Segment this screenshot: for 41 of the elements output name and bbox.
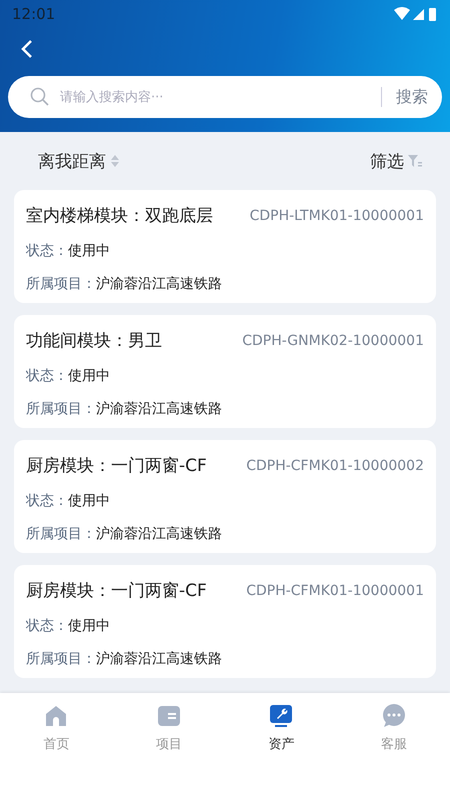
field-value: 沪渝蓉沿江高速铁路 <box>96 650 222 668</box>
asset-title: 厨房模块：一门两窗-CF <box>26 455 207 477</box>
field-value: 使用中 <box>68 617 110 635</box>
search-field[interactable]: 请输入搜索内容··· 搜索 <box>8 76 442 118</box>
field-label: 状态： <box>26 367 68 385</box>
sort-button[interactable]: 离我距离 <box>38 150 120 172</box>
field-label: 状态： <box>26 492 68 510</box>
filter-icon <box>408 154 422 168</box>
asset-code: CDPH-CFMK01-10000001 <box>246 582 424 598</box>
filter-button[interactable]: 筛选 <box>370 150 422 172</box>
field-label: 状态： <box>26 617 68 635</box>
asset-title: 厨房模块：一门两窗-CF <box>26 580 207 602</box>
field-label: 所属项目： <box>26 275 96 293</box>
asset-code: CDPH-LTMK01-10000001 <box>250 208 424 224</box>
asset-code: CDPH-CFMK01-10000002 <box>246 458 424 474</box>
field-label: 所属项目： <box>26 400 96 418</box>
status-icons <box>394 6 438 22</box>
asset-card[interactable]: 厨房模块：一门两窗-CF CDPH-CFMK01-10000002 状态：使用中 所属项目：沪渝蓉沿江高速铁路 <box>14 440 436 553</box>
asset-title: 室内楼梯模块：双跑底层 <box>26 205 213 227</box>
asset-card[interactable]: 功能间模块：男卫 CDPH-GNMK02-10000001 状态：使用中 所属项目：沪渝蓉沿江高速铁路 <box>14 315 436 428</box>
field-label: 所属项目： <box>26 650 96 668</box>
field-value: 使用中 <box>68 367 110 385</box>
field-value: 沪渝蓉沿江高速铁路 <box>96 275 222 293</box>
asset-card[interactable]: 厨房模块：一门两窗-CF CDPH-CFMK01-10000001 状态：使用中 所属项目：沪渝蓉沿江高速铁路 <box>14 565 436 678</box>
field-label: 所属项目： <box>26 525 96 543</box>
field-label: 状态： <box>26 242 68 260</box>
field-value: 使用中 <box>68 492 110 510</box>
folder-icon <box>156 703 182 729</box>
nav-tab[interactable]: 资产 <box>225 703 338 753</box>
status-time: 12:01 <box>12 5 56 23</box>
asset-title: 功能间模块：男卫 <box>26 330 162 352</box>
search-icon <box>30 87 50 107</box>
asset-code: CDPH-GNMK02-10000001 <box>242 332 424 348</box>
field-value: 沪渝蓉沿江高速铁路 <box>96 400 222 418</box>
asset-card[interactable]: 室内楼梯模块：双跑底层 CDPH-LTMK01-10000001 状态：使用中 所属项目：沪渝蓉沿江高速铁路 <box>14 190 436 303</box>
sort-icon <box>110 154 120 168</box>
field-value: 使用中 <box>68 242 110 260</box>
search-button[interactable]: 搜索 <box>396 86 428 108</box>
field-value: 沪渝蓉沿江高速铁路 <box>96 525 222 543</box>
wrench-icon <box>268 703 294 729</box>
chat-icon <box>380 703 407 729</box>
